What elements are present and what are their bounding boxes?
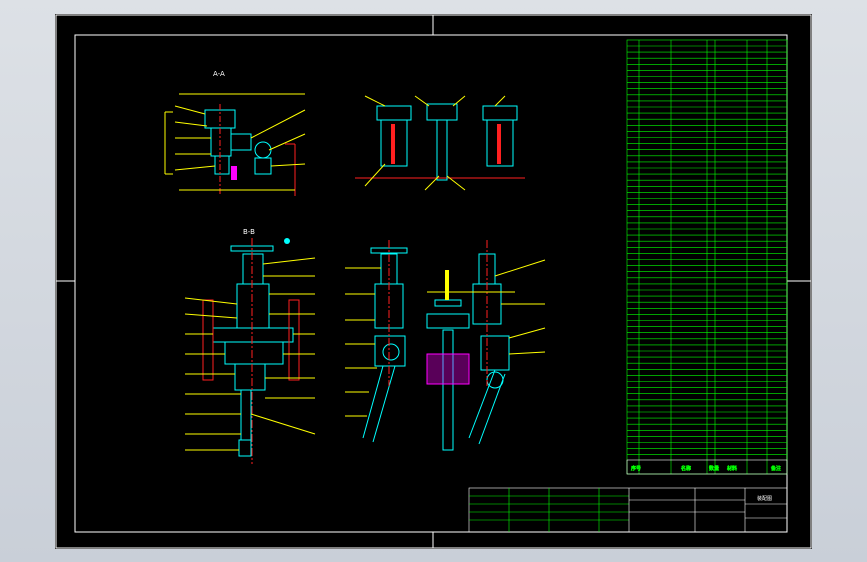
section-label-a: A-A [213, 70, 225, 78]
assembly-drawing: A-A B-B 序号 名称 数量 材料 备注 装配图 [55, 14, 812, 549]
inner-frame [74, 34, 788, 533]
drawing-sheet[interactable]: A-A B-B 序号 名称 数量 材料 备注 装配图 [55, 14, 812, 549]
col-remark: 备注 [771, 465, 781, 472]
col-name: 名称 [681, 465, 691, 472]
col-mat: 材料 [727, 465, 737, 472]
view-a-a: A-A [164, 70, 306, 196]
cad-viewport[interactable]: A-A B-B 序号 名称 数量 材料 备注 装配图 [0, 0, 867, 562]
drawing-name: 装配图 [757, 495, 772, 502]
col-qty: 数量 [709, 465, 719, 472]
cylinder-icon [426, 353, 470, 385]
view-top-right [355, 95, 525, 191]
col-no: 序号 [631, 465, 641, 472]
view-main-assembly [345, 240, 546, 451]
section-label-b: B-B [243, 228, 255, 236]
view-b-b: B-B [184, 228, 316, 464]
parts-table: 序号 名称 数量 材料 备注 [626, 39, 788, 475]
title-block: 装配图 [468, 487, 788, 533]
